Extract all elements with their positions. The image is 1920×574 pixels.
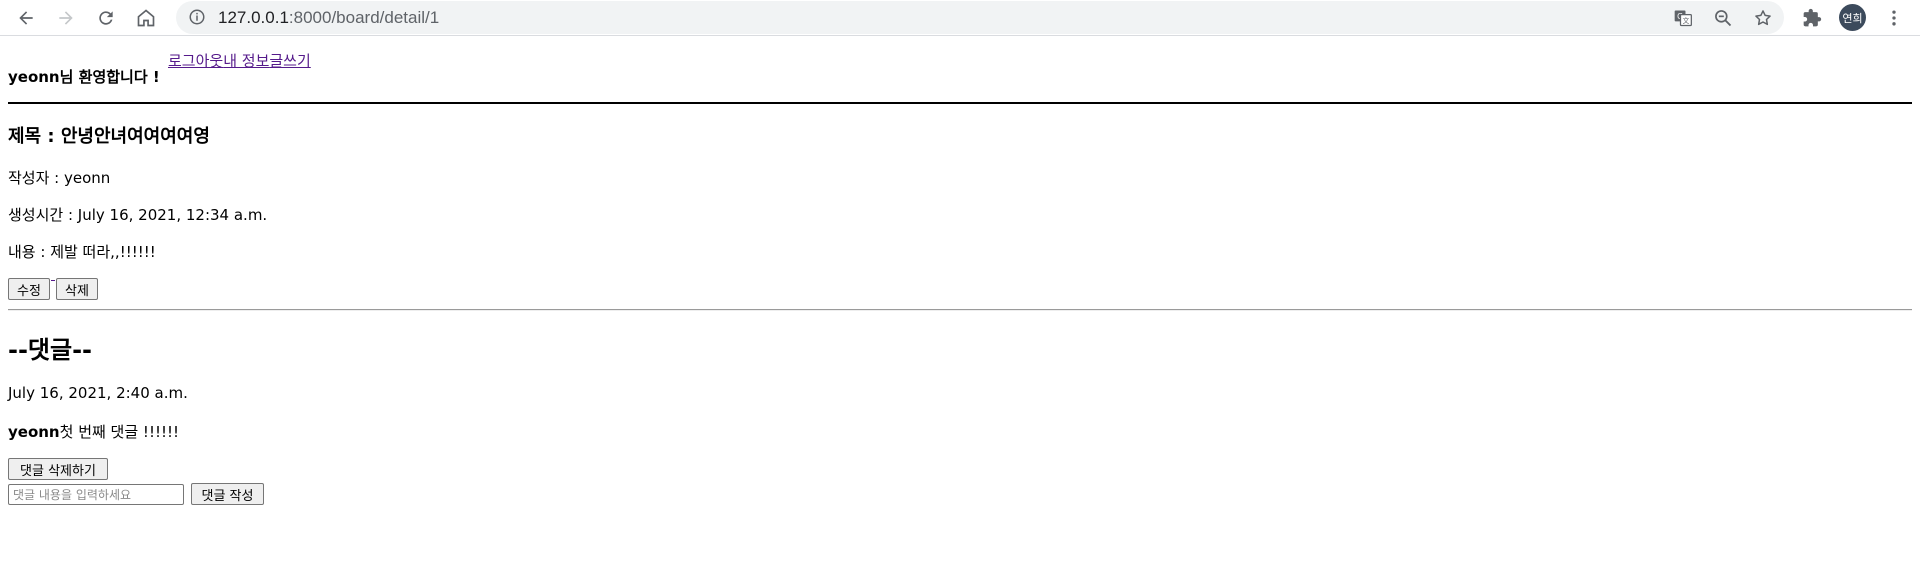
info-icon[interactable] [188, 8, 206, 26]
post-author: 작성자 : yeonn [8, 169, 111, 187]
header-divider [8, 102, 1912, 104]
header-links: 로그아웃내 정보글쓰기 [168, 50, 311, 71]
url-host: 127.0.0.1 [218, 8, 289, 27]
profile-avatar[interactable]: 연희 [1839, 4, 1866, 31]
arrow-left-icon [19, 11, 33, 25]
extensions-button[interactable] [1798, 4, 1826, 32]
star-icon [1755, 10, 1771, 26]
post-body: 내용 : 제발 떠라,,!!!!!! [8, 243, 156, 261]
home-button[interactable] [132, 4, 160, 32]
comments-heading: --댓글-- [8, 336, 93, 364]
bookmark-button[interactable] [1752, 7, 1774, 29]
my-info-link[interactable]: 내 정보 [223, 52, 269, 70]
reload-button[interactable] [92, 4, 120, 32]
translate-button[interactable]: G文 [1672, 7, 1694, 29]
home-icon [137, 9, 155, 27]
comment-time: July 16, 2021, 2:40 a.m. [8, 384, 188, 402]
logout-link[interactable]: 로그아웃 [168, 52, 223, 70]
svg-text:文: 文 [1683, 16, 1690, 25]
translate-icon: G文 [1674, 10, 1692, 27]
welcome-message: yeonn님 환영합니다 ! [8, 66, 160, 87]
edit-button[interactable]: 수정 [8, 278, 50, 300]
comment-author: yeonn [8, 423, 60, 441]
link-underline [51, 280, 55, 281]
comment-input[interactable] [8, 484, 184, 505]
reload-icon [99, 11, 113, 25]
write-link[interactable]: 글쓰기 [269, 52, 310, 70]
comment-delete-button[interactable]: 댓글 삭제하기 [8, 458, 108, 480]
comment-submit-button[interactable]: 댓글 작성 [191, 483, 264, 505]
kebab-menu-icon [1892, 10, 1896, 26]
arrow-right-icon [59, 11, 73, 25]
post-created-time: 생성시간 : July 16, 2021, 12:34 a.m. [8, 206, 268, 224]
back-button[interactable] [12, 4, 40, 32]
browser-toolbar: 127.0.0.1:8000/board/detail/1 G文 연희 [0, 0, 1920, 36]
welcome-username: yeonn [8, 68, 60, 86]
url-text[interactable]: 127.0.0.1:8000/board/detail/1 [218, 1, 439, 34]
address-bar[interactable]: 127.0.0.1:8000/board/detail/1 G文 [176, 1, 1784, 34]
comment-body: 첫 번째 댓글 !!!!!! [59, 423, 180, 441]
welcome-suffix: 님 환영합니다 ! [59, 68, 160, 86]
page-content: 로그아웃내 정보글쓰기 yeonn님 환영합니다 ! 제목 : 안녕안녀여여여여… [0, 40, 1920, 574]
zoom-button[interactable] [1712, 7, 1734, 29]
post-title: 제목 : 안녕안녀여여여여영 [8, 126, 210, 147]
comment-text: yeonn첫 번째 댓글 !!!!!! [8, 421, 179, 442]
url-path: :8000/board/detail/1 [288, 8, 440, 27]
delete-button[interactable]: 삭제 [56, 278, 98, 300]
puzzle-icon [1803, 8, 1822, 27]
zoom-out-icon [1715, 10, 1732, 27]
menu-button[interactable] [1880, 4, 1908, 32]
forward-button[interactable] [52, 4, 80, 32]
section-divider [8, 309, 1912, 311]
